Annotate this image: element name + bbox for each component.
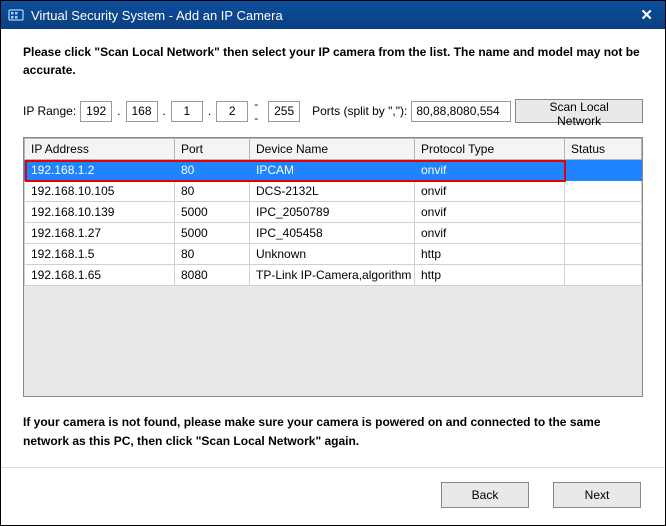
next-button[interactable]: Next [553,482,641,508]
ports-input[interactable] [411,101,511,122]
scan-local-network-button[interactable]: Scan Local Network [515,99,643,123]
nav-button-row: Back Next [1,467,665,508]
cell-status [565,244,642,265]
cell-protocol: onvif [415,160,565,181]
cell-status [565,202,642,223]
cell-port: 5000 [175,223,250,244]
ip-range-row: IP Range: . . . -- Ports (split by ","):… [23,97,643,125]
window-title: Virtual Security System - Add an IP Came… [31,8,283,23]
ip-octet-2[interactable] [126,101,158,122]
cell-status [565,265,642,286]
col-device[interactable]: Device Name [250,139,415,160]
ip-octet-1[interactable] [80,101,112,122]
cell-port: 8080 [175,265,250,286]
cell-protocol: http [415,244,565,265]
cell-ip: 192.168.1.65 [25,265,175,286]
table-row[interactable]: 192.168.1.658080TP-Link IP-Camera,algori… [25,265,642,286]
table-row[interactable]: 192.168.1.275000IPC_405458onvif [25,223,642,244]
camera-table: IP Address Port Device Name Protocol Typ… [23,137,643,397]
cell-ip: 192.168.1.27 [25,223,175,244]
back-button[interactable]: Back [441,482,529,508]
col-port[interactable]: Port [175,139,250,160]
col-status[interactable]: Status [565,139,642,160]
cell-status [565,223,642,244]
ports-label: Ports (split by ","): [312,104,407,118]
table-row[interactable]: 192.168.1.280IPCAMonvif [25,160,642,181]
app-icon [7,6,25,24]
table-header-row: IP Address Port Device Name Protocol Typ… [25,139,642,160]
close-icon[interactable]: ✕ [634,6,659,24]
dot-separator: . [207,104,212,118]
col-protocol[interactable]: Protocol Type [415,139,565,160]
cell-protocol: onvif [415,181,565,202]
table-row[interactable]: 192.168.10.1395000IPC_2050789onvif [25,202,642,223]
cell-device: TP-Link IP-Camera,algorithm [250,265,415,286]
cell-ip: 192.168.1.5 [25,244,175,265]
table-row[interactable]: 192.168.1.580Unknownhttp [25,244,642,265]
cell-protocol: onvif [415,223,565,244]
ip-octet-4[interactable] [216,101,248,122]
cell-protocol: http [415,265,565,286]
cell-port: 80 [175,160,250,181]
cell-port: 80 [175,181,250,202]
cell-ip: 192.168.10.139 [25,202,175,223]
cell-protocol: onvif [415,202,565,223]
ip-octet-to[interactable] [268,101,300,122]
cell-device: DCS-2132L [250,181,415,202]
cell-device: Unknown [250,244,415,265]
dot-separator: . [116,104,121,118]
cell-device: IPC_405458 [250,223,415,244]
ip-range-label: IP Range: [23,104,76,118]
col-ip[interactable]: IP Address [25,139,175,160]
dot-separator: . [162,104,167,118]
cell-port: 80 [175,244,250,265]
cell-ip: 192.168.1.2 [25,160,175,181]
table-row[interactable]: 192.168.10.10580DCS-2132Lonvif [25,181,642,202]
titlebar: Virtual Security System - Add an IP Came… [1,1,665,29]
cell-ip: 192.168.10.105 [25,181,175,202]
cell-status [565,181,642,202]
cell-port: 5000 [175,202,250,223]
cell-device: IPCAM [250,160,415,181]
footer-note: If your camera is not found, please make… [23,413,643,451]
instruction-text: Please click "Scan Local Network" then s… [23,43,643,79]
dash-separator: -- [252,97,264,125]
ip-octet-3[interactable] [171,101,203,122]
cell-device: IPC_2050789 [250,202,415,223]
cell-status [565,160,642,181]
